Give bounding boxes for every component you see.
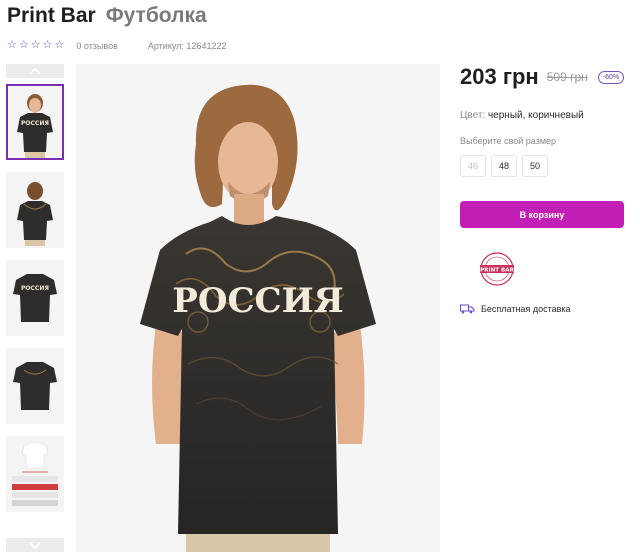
thumbnail-size-chart[interactable] xyxy=(6,436,64,512)
product-name: Футболка xyxy=(105,4,207,27)
size-label: Выберите свой размер xyxy=(460,136,557,146)
thumb-model-image: РОССИЯ xyxy=(10,86,60,158)
thumb-flat-back-image xyxy=(10,350,60,422)
print-bar-logo: PRINT BAR xyxy=(476,248,518,290)
gallery-down-button[interactable] xyxy=(6,538,64,552)
thumbnail-gallery: РОССИЯ РОССИЯ xyxy=(6,64,64,552)
title-row: Print Bar Футболка xyxy=(7,4,207,28)
svg-text:РОССИЯ: РОССИЯ xyxy=(21,285,49,292)
product-info-panel: 203 грн 509 грн -60% Цвет: черный, корич… xyxy=(460,64,630,314)
color-label: Цвет: xyxy=(460,110,486,121)
thumb-flat-front-image: РОССИЯ xyxy=(10,262,60,334)
main-product-image[interactable]: РОССИЯ xyxy=(76,64,440,552)
size-option-50[interactable]: 50 xyxy=(522,155,548,177)
current-price: 203 грн xyxy=(460,64,539,89)
thumb-back-image xyxy=(10,174,60,246)
star-icon: ☆ xyxy=(18,39,29,51)
old-price: 509 грн xyxy=(546,70,588,84)
discount-badge: -60% xyxy=(597,70,625,84)
model-wearing-tshirt: РОССИЯ xyxy=(76,64,440,552)
star-icon: ☆ xyxy=(7,39,17,51)
star-icon: ☆ xyxy=(42,39,53,51)
thumbnail-back-flat[interactable] xyxy=(6,348,64,424)
size-options: 46 48 50 xyxy=(460,155,548,177)
rating-stars[interactable]: ☆ ☆ ☆ ☆ ☆ xyxy=(7,40,64,51)
article-number: Артикул: 12641222 xyxy=(147,40,227,51)
star-icon: ☆ xyxy=(54,39,65,51)
print-text: РОССИЯ xyxy=(172,281,343,321)
thumb-size-chart-image xyxy=(10,438,60,510)
reviews-link[interactable]: 0 отзывов xyxy=(76,41,118,51)
size-option-48[interactable]: 48 xyxy=(491,155,517,177)
delivery-text: Бесплатная доставка xyxy=(481,304,571,314)
truck-icon xyxy=(460,304,475,314)
badge-text: PRINT BAR xyxy=(480,268,515,274)
brand-name[interactable]: Print Bar xyxy=(7,4,96,28)
add-to-cart-button[interactable]: В корзину xyxy=(460,201,624,228)
print-bar-badge-icon: PRINT BAR xyxy=(480,252,515,286)
thumbnail-front-model[interactable]: РОССИЯ xyxy=(6,84,64,160)
color-row: Цвет: черный, коричневый xyxy=(460,110,584,121)
svg-text:РОССИЯ: РОССИЯ xyxy=(21,120,49,127)
size-option-46[interactable]: 46 xyxy=(460,155,486,177)
thumbnail-front-flat[interactable]: РОССИЯ xyxy=(6,260,64,336)
chevron-down-icon xyxy=(29,541,41,549)
meta-row: ☆ ☆ ☆ ☆ ☆ 0 отзывов Артикул: 12641222 xyxy=(7,40,226,51)
thumbnail-back-model[interactable] xyxy=(6,172,64,248)
color-value: черный, коричневый xyxy=(487,110,584,121)
gallery-up-button[interactable] xyxy=(6,64,64,78)
price-row: 203 грн 509 грн -60% xyxy=(460,64,630,90)
chevron-up-icon xyxy=(29,67,41,75)
star-icon: ☆ xyxy=(30,39,41,51)
free-delivery[interactable]: Бесплатная доставка xyxy=(460,304,571,314)
